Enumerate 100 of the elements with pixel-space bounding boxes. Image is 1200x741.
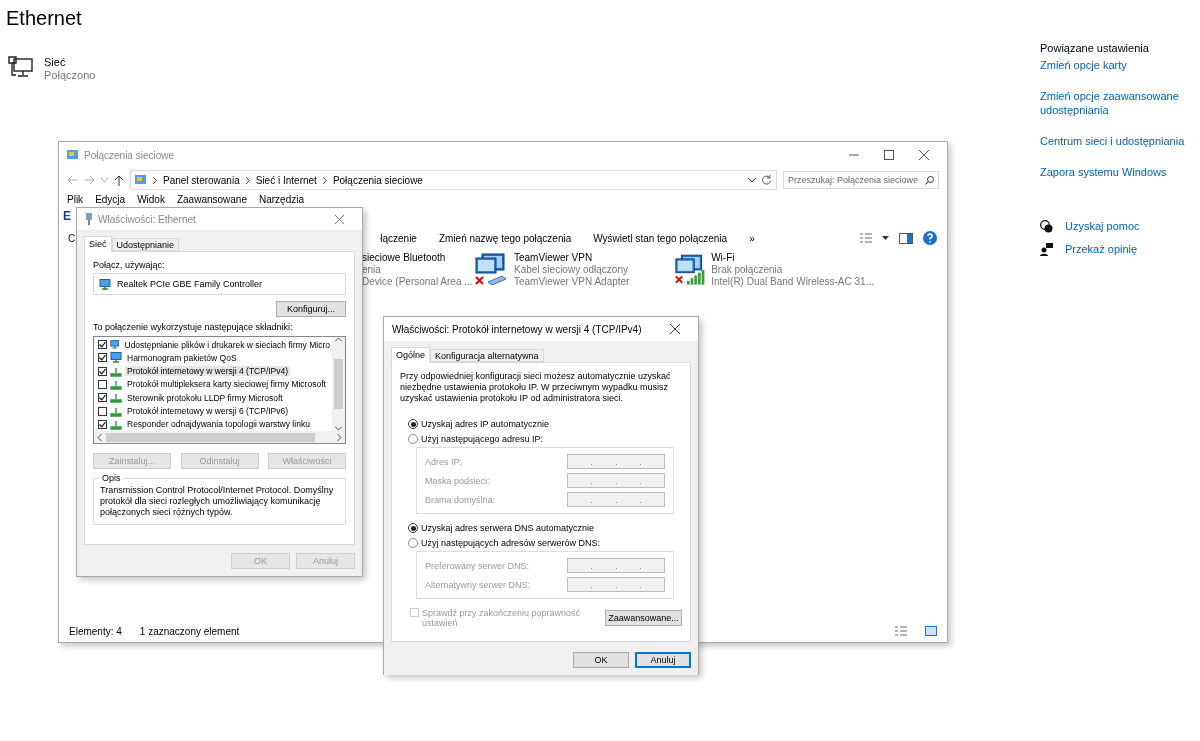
checkbox[interactable] <box>98 380 107 389</box>
checkbox[interactable] <box>98 393 107 403</box>
up-arrow-icon[interactable] <box>114 174 124 186</box>
organization-label: E <box>63 209 71 225</box>
field-label: Połącz, używając: <box>93 260 166 270</box>
list-item[interactable]: Responder odnajdywania topologii warstwy linku <box>125 419 312 430</box>
radio-button[interactable] <box>408 538 418 548</box>
scroll-left-icon[interactable] <box>97 433 102 441</box>
address-bar[interactable]: Panel sterowania Sieć i Internet Połączenia sieciowe <box>130 170 777 190</box>
adapter-box: Realtek PCIe GBE Family Controller <box>93 273 346 295</box>
list-item[interactable]: Harmonogram pakietów QoS <box>125 352 239 363</box>
menu-item[interactable]: Narzędzia <box>259 194 304 207</box>
menu-item[interactable]: Edycja <box>95 194 126 207</box>
toolbar-item[interactable]: » <box>749 232 755 244</box>
history-caret-icon[interactable] <box>101 177 108 183</box>
menu-item[interactable]: Zaawansowane <box>176 194 247 207</box>
dropdown-caret-icon[interactable] <box>748 177 756 183</box>
toolbar-item[interactable]: Zmień nazwę tego połączenia <box>438 232 572 244</box>
network-name: Sieć <box>44 56 67 69</box>
advanced-button[interactable]: Zaawansowane... <box>605 610 682 626</box>
close-icon[interactable] <box>670 324 680 334</box>
option-label: Użyj następujących adresów serwerów DNS: <box>421 538 601 548</box>
network-status: Połączono <box>44 69 96 82</box>
checkbox-label: Sprawdź przy zakończeniu poprawność ustawień <box>422 608 582 628</box>
radio-button[interactable] <box>408 419 418 429</box>
help-link[interactable]: Przekaż opinię <box>1065 242 1138 256</box>
maximize-icon[interactable] <box>884 150 894 160</box>
protocol-icon <box>110 405 122 417</box>
scroll-up-icon[interactable] <box>335 337 342 342</box>
preview-pane-icon[interactable] <box>899 232 913 244</box>
field-label: Maska podsieci: <box>425 475 490 486</box>
connection-name[interactable]: TeamViewer VPN <box>514 252 630 264</box>
menu-item[interactable]: Plik <box>67 194 84 207</box>
scroll-down-icon[interactable] <box>335 426 342 431</box>
status-text: 1 zaznaczony element <box>139 625 240 637</box>
status-text: Elementy: 4 <box>69 625 122 637</box>
dialog-title: Właściwości: Protokół internetowy w wersji 4 (TCP/IPv4) <box>392 323 643 335</box>
checkbox[interactable] <box>98 340 107 350</box>
forward-arrow-icon[interactable] <box>84 175 95 185</box>
back-arrow-icon[interactable] <box>67 175 78 185</box>
connection-name[interactable]: Wi-Fi <box>711 252 874 264</box>
tab[interactable]: Sieć <box>84 236 112 252</box>
scroll-right-icon[interactable] <box>337 433 342 441</box>
help-icon[interactable] <box>923 231 937 245</box>
list-item[interactable]: Protokół multipleksera karty sieciowej firmy Microsoft <box>125 379 328 390</box>
search-field[interactable]: Przeszukaj: Połączenia sieciowe <box>783 171 939 189</box>
tab[interactable]: Ogólne <box>391 347 431 363</box>
checkbox[interactable] <box>98 419 107 429</box>
chevron-icon <box>322 176 327 184</box>
radio-button[interactable] <box>408 523 418 533</box>
connection-detail: Intel(R) Dual Band Wireless-AC 31... <box>711 276 874 288</box>
vertical-scrollbar[interactable] <box>332 337 345 431</box>
connection-name[interactable]: sieciowe Bluetooth <box>362 252 473 264</box>
option-label: Uzyskaj adres IP automatycznie <box>421 419 549 429</box>
field-label: Brama domyślna: <box>425 494 496 505</box>
close-icon[interactable] <box>919 150 929 160</box>
help-link[interactable]: Uzyskaj pomoc <box>1065 219 1140 233</box>
list-item[interactable]: Udostępnianie plików i drukarek w sieciach firmy Micro <box>122 339 332 350</box>
option-label: Uzyskaj adres serwera DNS automatycznie <box>421 523 595 533</box>
dialog-button[interactable]: OK <box>573 652 629 668</box>
settings-link[interactable]: Zmień opcje karty <box>1040 58 1190 72</box>
settings-link[interactable]: Zmień opcje zaawansowane udostępniania <box>1040 89 1190 117</box>
radio-button[interactable] <box>408 434 418 444</box>
dialog-title: Właściwości: Ethernet <box>98 213 197 225</box>
feedback-person-icon <box>1040 242 1053 256</box>
network-icon <box>8 56 34 78</box>
breadcrumb-item[interactable]: Sieć i Internet <box>255 174 317 186</box>
toolbar-item[interactable]: łączenie <box>380 232 417 244</box>
toolbar-item[interactable]: Wyświetl stan tego połączenia <box>593 232 728 244</box>
tab[interactable]: Konfiguracja alternatywna <box>430 349 544 362</box>
settings-link[interactable]: Zapora systemu Windows <box>1040 165 1190 179</box>
field-label: Adres IP: <box>425 456 462 467</box>
protocol-icon <box>110 418 122 430</box>
tab[interactable]: Udostępnianie <box>111 238 180 251</box>
option-label: Użyj następującego adresu IP: <box>421 434 544 444</box>
network-service-icon <box>110 339 120 351</box>
dropdown-caret-icon[interactable] <box>882 236 889 240</box>
network-plug-icon <box>85 213 93 225</box>
field-label: Alternatywny serwer DNS: <box>425 579 531 590</box>
details-view-icon[interactable] <box>895 626 907 636</box>
settings-link[interactable]: Centrum sieci i udostępniania <box>1040 134 1190 148</box>
group-title: Opis <box>101 473 122 483</box>
list-item[interactable]: Protokół internetowy w wersji 6 (TCP/IPv6) <box>125 406 291 417</box>
list-item[interactable]: Protokół internetowy w wersji 4 (TCP/IPv4) <box>125 366 291 377</box>
page-title: Ethernet <box>6 6 83 30</box>
refresh-icon[interactable] <box>762 175 772 185</box>
dialog-button[interactable]: Anuluj <box>635 652 691 668</box>
configure-button[interactable]: Konfiguruj... <box>276 301 346 317</box>
breadcrumb-item[interactable]: Panel sterowania <box>163 174 240 186</box>
view-options-icon[interactable] <box>860 233 872 243</box>
connection-detail: enia <box>362 264 382 276</box>
breadcrumb-item[interactable]: Połączenia sieciowe <box>332 174 423 186</box>
toolbar-item[interactable]: C <box>68 232 76 244</box>
menu-item[interactable]: Widok <box>137 194 165 207</box>
checkbox[interactable] <box>98 406 107 416</box>
checkbox[interactable] <box>98 353 107 363</box>
checkbox[interactable] <box>98 366 107 376</box>
list-item[interactable]: Sterownik protokołu LLDP firmy Microsoft <box>125 392 285 403</box>
tiles-view-icon[interactable] <box>925 626 937 636</box>
horizontal-scrollbar[interactable] <box>94 431 345 443</box>
